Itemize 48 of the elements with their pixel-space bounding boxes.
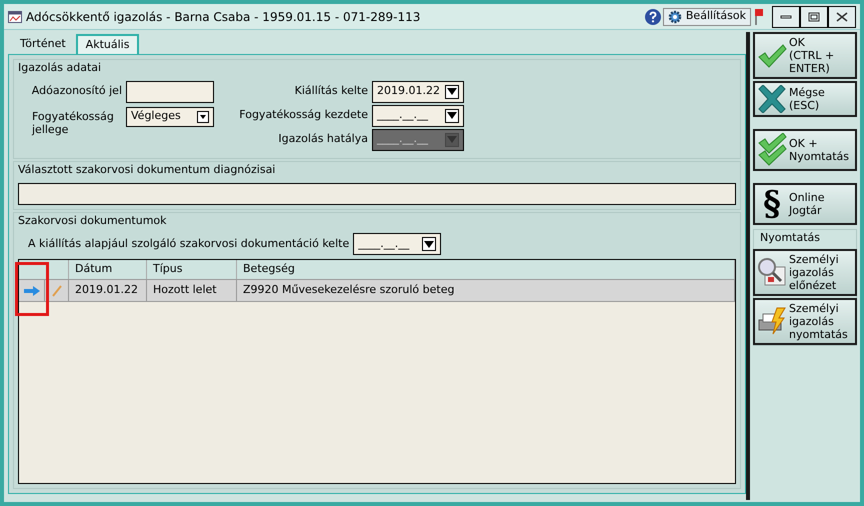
- check-icon: [757, 42, 787, 68]
- column-header[interactable]: Típus: [147, 260, 237, 279]
- highlight-frame: [15, 262, 49, 316]
- action-button[interactable]: Mégse (ESC): [753, 81, 857, 117]
- column-header[interactable]: Dátum: [69, 260, 147, 279]
- column-header[interactable]: Betegség: [237, 260, 735, 279]
- cross-icon: [757, 85, 787, 113]
- field-label: Igazolás hatálya: [277, 131, 368, 148]
- date-field[interactable]: 2019.01.22: [372, 80, 464, 102]
- date-field[interactable]: ____.__.__: [372, 104, 464, 126]
- help-icon[interactable]: [644, 8, 662, 26]
- group-title: Igazolás adatai: [18, 60, 102, 76]
- field-label: Fogyatékosság jellege: [30, 108, 115, 136]
- field-label: Adóazonosító jel: [30, 83, 122, 100]
- table-cell: Z9920 Művesekezelésre szoruló beteg: [237, 280, 735, 301]
- diagnosis-field[interactable]: [18, 182, 736, 204]
- select-field[interactable]: Végleges: [126, 106, 214, 126]
- group-title: Nyomtatás: [759, 230, 820, 246]
- field-label: Kiállítás kelte: [294, 83, 368, 100]
- window-title: Adócsökkentő igazolás - Barna Csaba - 1959.01.15 - 071-289-113: [26, 8, 422, 26]
- date-field[interactable]: ____.__.__: [353, 233, 442, 255]
- group-title: Szakorvosi dokumentumok: [18, 212, 168, 228]
- field-label: Fogyatékosság kezdete: [238, 107, 368, 124]
- arrow-right-icon: [24, 286, 40, 296]
- action-button[interactable]: Személyi igazolás nyomtatás: [753, 298, 857, 344]
- maximize-button[interactable]: [800, 6, 828, 28]
- action-button[interactable]: Személyi igazolás előnézet: [753, 248, 857, 296]
- field-label: A kiállítás alapjául szolgáló szakorvosi dokumentáció kelte: [28, 236, 350, 252]
- table-cell: 2019.01.22: [69, 280, 147, 301]
- window-icon: [8, 10, 22, 22]
- settings-button[interactable]: Beállítások: [662, 8, 751, 26]
- minimize-icon: [780, 14, 792, 18]
- tab[interactable]: Aktuális: [76, 34, 140, 54]
- table-cell: Hozott lelet: [147, 280, 237, 301]
- group-title: Választott szakorvosi dokumentum diagnózisai: [18, 162, 276, 178]
- action-button[interactable]: OK (CTRL + ENTER): [753, 32, 857, 79]
- printer-lightning-icon: [757, 306, 787, 336]
- minimize-button[interactable]: [772, 6, 800, 28]
- gear-icon: [668, 10, 682, 24]
- action-button[interactable]: OK + Nyomtatás: [753, 129, 857, 171]
- input-field[interactable]: [126, 80, 214, 102]
- close-button[interactable]: [828, 6, 856, 28]
- paragraph-icon: §: [763, 187, 781, 221]
- restore-icon: [808, 12, 820, 22]
- magnifier-document-icon: [757, 257, 787, 287]
- close-icon: [836, 12, 848, 22]
- double-check-icon: [757, 133, 787, 167]
- table-row[interactable]: 2019.01.22 Hozott lelet Z9920 Művesekezelésre szoruló beteg: [19, 280, 735, 302]
